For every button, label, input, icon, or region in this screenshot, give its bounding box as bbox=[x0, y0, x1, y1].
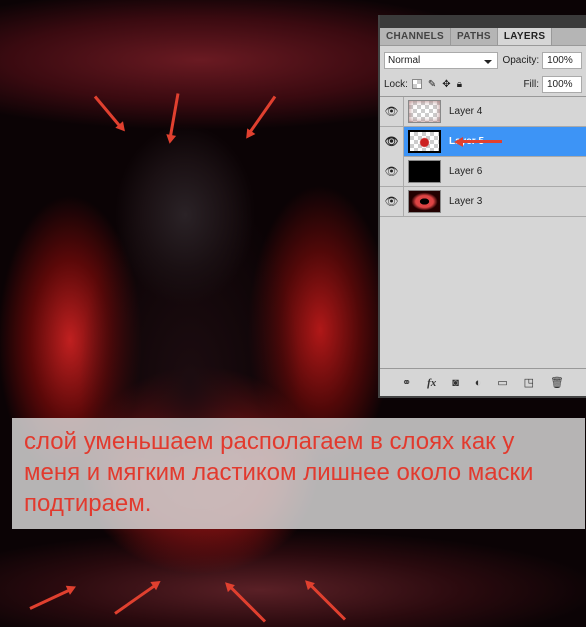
opacity-input[interactable]: 100% bbox=[542, 51, 582, 69]
opacity-label: Opacity: bbox=[502, 54, 540, 66]
lock-pixels-brush-icon[interactable]: ✎ bbox=[428, 79, 436, 90]
layer-row[interactable]: 👁︎ Layer 5 bbox=[380, 126, 586, 157]
tab-channels[interactable]: CHANNELS bbox=[380, 28, 451, 45]
lock-all-icon[interactable]: 🔒︎ bbox=[457, 79, 462, 90]
link-icon[interactable]: ⚭ bbox=[402, 376, 411, 389]
layer-row[interactable]: 👁︎ Layer 3 bbox=[380, 186, 586, 217]
layers-panel: CHANNELS PATHS LAYERS Normal Opacity: 10… bbox=[378, 15, 586, 398]
folder-icon[interactable]: ▭ bbox=[497, 376, 507, 389]
tab-paths[interactable]: PATHS bbox=[451, 28, 498, 45]
arrow-annotation bbox=[460, 140, 503, 143]
adjustment-icon[interactable]: ◐ bbox=[475, 377, 482, 389]
layer-thumbnail bbox=[408, 160, 441, 183]
eye-icon[interactable]: 👁︎ bbox=[380, 186, 404, 217]
mask-icon[interactable]: ◙ bbox=[452, 377, 459, 389]
trash-icon[interactable]: 🗑︎ bbox=[550, 376, 564, 389]
layer-thumbnail bbox=[408, 190, 441, 213]
lock-label: Lock: bbox=[384, 78, 408, 90]
layer-name: Layer 6 bbox=[449, 166, 483, 177]
blend-mode-select[interactable]: Normal bbox=[384, 51, 499, 69]
eye-icon[interactable]: 👁︎ bbox=[380, 96, 404, 127]
caption-text: слой уменьшаем располагаем в слоях как у… bbox=[12, 418, 585, 529]
layer-name: Layer 4 bbox=[449, 106, 483, 117]
layer-row[interactable]: 👁︎ Layer 6 bbox=[380, 156, 586, 187]
fill-input[interactable]: 100% bbox=[542, 75, 582, 93]
fill-label: Fill: bbox=[523, 78, 539, 90]
fx-icon[interactable]: fx bbox=[427, 377, 436, 389]
lock-position-move-icon[interactable]: ✥ bbox=[442, 79, 450, 90]
lock-transparency-icon[interactable] bbox=[411, 79, 422, 89]
new-layer-icon[interactable]: ◳ bbox=[524, 376, 534, 389]
panel-title-bar[interactable] bbox=[380, 15, 586, 28]
eye-icon[interactable]: 👁︎ bbox=[380, 126, 404, 157]
layer-thumbnail bbox=[408, 130, 441, 153]
layer-name: Layer 3 bbox=[449, 196, 483, 207]
layer-thumbnail bbox=[408, 100, 441, 123]
tab-layers[interactable]: LAYERS bbox=[497, 28, 553, 45]
eye-icon[interactable]: 👁︎ bbox=[380, 156, 404, 187]
layer-row[interactable]: 👁︎ Layer 4 bbox=[380, 96, 586, 127]
